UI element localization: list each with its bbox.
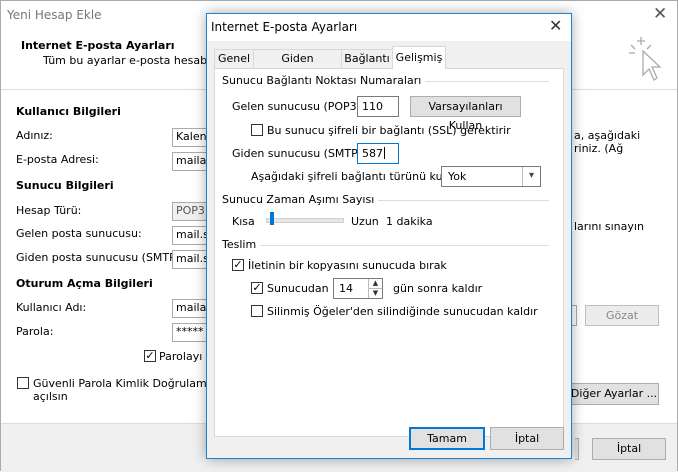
- delivery-group-divider: [223, 245, 549, 246]
- tab-advanced[interactable]: Gelişmiş: [392, 46, 446, 69]
- timeout-slider-track[interactable]: [266, 218, 344, 223]
- dialog-title: Internet E-posta Ayarları: [211, 20, 358, 34]
- timeout-short-label: Kısa: [232, 215, 255, 228]
- internet-email-settings-dialog: Internet E-posta Ayarları ✕ Genel Giden …: [206, 13, 572, 459]
- server-info-heading: Sunucu Bilgileri: [16, 179, 114, 192]
- tab-connection[interactable]: Bağlantı: [341, 49, 393, 68]
- remove-after-checkbox[interactable]: ✓: [251, 282, 263, 294]
- background-header-subtitle: Tüm bu ayarlar e-posta hesabınız: [43, 54, 226, 67]
- ok-button[interactable]: Tamam: [409, 427, 485, 450]
- remove-days-value: 14: [339, 282, 353, 295]
- incoming-port-input[interactable]: 110: [357, 96, 399, 117]
- tab-outgoing-server[interactable]: Giden Sunucusu: [253, 49, 342, 83]
- remove-deleted-checkbox[interactable]: [251, 305, 263, 317]
- logon-info-heading: Oturum Açma Bilgileri: [16, 277, 153, 290]
- leave-copy-label: İletinin bir kopyasını sunucuda bırak: [248, 259, 447, 272]
- password-label: Parola:: [16, 325, 54, 338]
- encryption-type-value: Yok: [448, 170, 467, 183]
- encryption-type-label: Aşağıdaki şifreli bağlantı türünü kullan…: [251, 170, 467, 183]
- outgoing-server-label: Giden posta sunucusu (SMTP):: [16, 251, 184, 264]
- background-next-button-edge: [575, 438, 579, 460]
- account-type-label: Hesap Türü:: [16, 204, 82, 217]
- test-settings-text: larını sınayın: [574, 220, 644, 233]
- timeout-long-label: Uzun: [351, 215, 379, 228]
- timeout-group-label: Sunucu Zaman Aşımı Sayısı: [222, 193, 379, 206]
- outgoing-port-input[interactable]: 587: [357, 143, 399, 164]
- background-window-title: Yeni Hesap Ekle: [7, 8, 102, 22]
- remove-days-suffix: gün sonra kaldır: [393, 282, 483, 295]
- leave-copy-checkbox[interactable]: ✓: [232, 259, 244, 271]
- remove-deleted-label: Silinmiş Öğeler'den silindiğinde sunucud…: [267, 305, 538, 318]
- ports-group-label: Sunucu Bağlantı Noktası Numaraları: [222, 74, 426, 87]
- user-info-heading: Kullanıcı Bilgileri: [16, 105, 121, 118]
- advanced-tab-panel: Sunucu Bağlantı Noktası Numaraları Gelen…: [214, 68, 564, 437]
- more-settings-button[interactable]: Diğer Ayarlar ...: [569, 383, 659, 405]
- remove-after-label: Sunucudan: [267, 282, 329, 295]
- close-icon[interactable]: ✕: [549, 16, 562, 35]
- background-header-title: Internet E-posta Ayarları: [21, 39, 175, 52]
- info-text-line1: a, aşağıdaki: [574, 129, 641, 142]
- incoming-server-label: Gelen posta sunucusu:: [16, 227, 142, 240]
- chevron-down-icon[interactable]: ▾: [522, 167, 540, 186]
- info-text-line2: riniz. (Ağ: [574, 142, 624, 155]
- browse-button: Gözat: [585, 305, 659, 326]
- remember-password-label: Parolayı a: [159, 350, 213, 363]
- username-label: Kullanıcı Adı:: [16, 301, 87, 314]
- ssl-checkbox[interactable]: [251, 124, 263, 136]
- remember-password-checkbox[interactable]: ✓: [144, 350, 156, 362]
- timeout-slider-thumb[interactable]: [269, 212, 274, 225]
- ssl-label: Bu sunucu şifreli bir bağlantı (SSL) ger…: [267, 124, 511, 137]
- incoming-port-label: Gelen sunucusu (POP3):: [232, 100, 365, 113]
- encryption-type-dropdown[interactable]: Yok ▾: [441, 166, 541, 187]
- background-cancel-button[interactable]: İptal: [592, 438, 666, 460]
- remove-days-stepper[interactable]: 14 ▲ ▼: [333, 278, 383, 299]
- spin-down-icon[interactable]: ▼: [368, 288, 382, 298]
- spa-checkbox[interactable]: [17, 377, 29, 389]
- use-defaults-button[interactable]: Varsayılanları Kullan: [410, 96, 521, 132]
- spa-label-line2: açılsın: [33, 390, 68, 403]
- outgoing-port-label: Giden sunucusu (SMTP):: [232, 147, 366, 160]
- timeout-value: 1 dakika: [386, 215, 433, 228]
- cancel-button[interactable]: İptal: [490, 427, 564, 450]
- close-icon[interactable]: ✕: [653, 4, 667, 24]
- outgoing-port-value: 587: [362, 147, 383, 160]
- cursor-sparkle-icon: [629, 37, 662, 81]
- email-label: E-posta Adresi:: [16, 153, 99, 166]
- name-label: Adınız:: [16, 129, 53, 142]
- delivery-group-label: Teslim: [222, 238, 261, 251]
- tab-general[interactable]: Genel: [214, 49, 254, 68]
